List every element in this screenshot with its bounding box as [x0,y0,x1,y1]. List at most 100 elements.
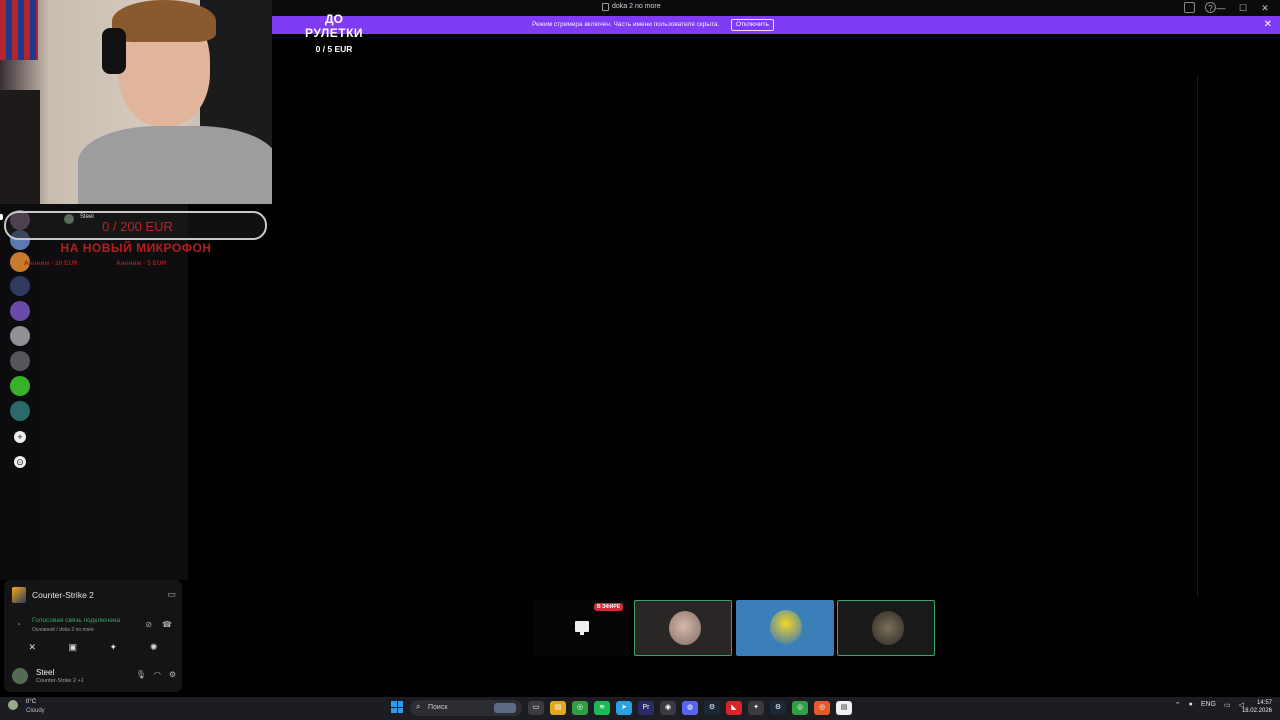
taskbar: 0°C Cloudy ⌕ Поиск ▭ ▤ ◎ ≋ ➤ Pr ◉ ◍ ⚙ ◣ … [0,697,1280,720]
screen-share-tile[interactable]: В ЭФИРЕ [533,600,631,656]
language-indicator[interactable]: ENG [1201,701,1216,709]
headphones-icon[interactable]: ◠ [154,670,161,679]
game-icon [12,587,26,603]
taskbar-search[interactable]: ⌕ Поиск [410,700,522,716]
share-screen-icon[interactable]: ▣ [63,640,83,654]
activities-icon[interactable]: ✦ [103,640,123,654]
user-panel: Counter-Strike 2 ▭ ◔ Голосовая связь под… [4,580,182,692]
voice-connected-status[interactable]: Голосовая связь подключена [32,617,120,624]
system-tray: ⌃ ● ENG ▭ ◁ [1175,701,1244,709]
tray-mic-icon[interactable]: ● [1189,701,1193,709]
notepad-icon[interactable]: ▤ [836,701,852,715]
network-icon[interactable]: ▭ [1224,701,1231,709]
signal-icon[interactable]: ◔ [16,620,21,629]
chrome-icon[interactable]: ◎ [572,701,588,715]
app-icon-14[interactable]: ◎ [814,701,830,715]
user-avatar[interactable] [12,668,28,684]
webcam-feed [0,0,272,204]
goal-line-2: РУЛЕТКИ [304,26,364,40]
banner-close-icon[interactable]: ✕ [1264,19,1272,30]
settings-gear-icon[interactable]: ⚙ [169,670,176,679]
server-icon-8[interactable] [10,376,30,396]
account-row[interactable]: Steel Counter-Strike 2 +1 🎙 ◠ ⚙ [12,666,178,686]
server-folder-icon[interactable] [10,401,30,421]
goal-line-1: ДО [325,12,343,26]
participant-tile-2[interactable] [736,600,834,656]
explore-servers-icon[interactable]: ⊙ [14,456,26,468]
voice-user-name: Steel [80,214,94,220]
participant-tile-1[interactable] [634,600,732,656]
clock[interactable]: 14:57 18.02.2026 [1242,699,1272,715]
banner-text: Режим стримера включен. Часть имени поль… [532,21,720,28]
server-icon-7[interactable] [10,351,30,371]
webcam-headset [102,28,126,74]
faceit-icon[interactable]: ◣ [726,701,742,715]
server-icon-6[interactable] [10,326,30,346]
microphone-icon[interactable]: 🎙 [136,670,146,679]
discord-icon[interactable]: ◍ [682,701,698,715]
user-status: Counter-Strike 2 +1 [36,678,84,684]
disable-streamer-mode-button[interactable]: Отключить [731,19,774,31]
file-explorer-icon[interactable]: ▤ [550,701,566,715]
voice-action-row: ✕ ▣ ✦ ✺ [12,640,174,654]
disconnect-icon[interactable]: ☎ [162,620,172,629]
noise-suppression-icon[interactable]: ⊘ [145,620,152,629]
soundboard-icon[interactable]: ✺ [144,640,164,654]
webcam-shirt [78,126,272,204]
tray-overflow-icon[interactable]: ⌃ [1175,701,1181,709]
search-highlight-image [494,703,516,713]
close-window-button[interactable]: ✕ [1254,1,1276,15]
live-badge: В ЭФИРЕ [594,603,624,611]
donation-progress-bar: 0 / 200 EUR [4,211,267,240]
donation-goal-title: НА НОВЫЙ МИКРОФОН [60,241,212,255]
window-title: doka 2 no more [612,3,661,10]
steam-icon-2[interactable]: ⚙ [770,701,786,715]
minimize-button[interactable]: — [1210,1,1232,15]
stream-game-icon[interactable]: ▭ [167,589,176,600]
donation-progress-text: 0 / 200 EUR [102,219,173,234]
user-name: Steel [36,668,55,677]
telegram-icon[interactable]: ➤ [616,701,632,715]
voice-channel-path[interactable]: Основной / doka 2 no more [32,627,94,633]
goal-progress: 0 / 5 EUR [315,44,353,54]
obs-icon[interactable]: ◉ [660,701,676,715]
weather-icon[interactable] [8,700,18,710]
maximize-button[interactable]: ☐ [1232,1,1254,15]
premiere-icon[interactable]: Pr [638,701,654,715]
participant-avatar-1 [669,611,701,645]
inbox-icon[interactable] [1184,2,1195,13]
server-icon-5[interactable] [10,301,30,321]
screen: doka 2 no more ? — ☐ ✕ Режим стримера вк… [0,0,1280,720]
streamer-mode-banner: Режим стримера включен. Часть имени поль… [272,16,1280,34]
window-controls: — ☐ ✕ [1210,1,1276,15]
weather-temperature[interactable]: 0°C [26,699,36,705]
participant-avatar-2 [770,610,802,644]
app-icon-11[interactable]: ✦ [748,701,764,715]
task-view-icon[interactable]: ▭ [528,701,544,715]
start-button[interactable] [391,701,403,713]
webcam-hair [112,0,216,42]
game-activity[interactable]: Counter-Strike 2 ▭ [12,586,178,604]
scroll-rail[interactable] [1197,76,1198,596]
add-server-icon[interactable]: + [14,431,26,443]
search-placeholder: Поиск [428,704,448,711]
voice-user-avatar [64,214,74,224]
recent-donation-1: Аноним - 10 EUR [24,260,78,267]
game-name: Counter-Strike 2 [32,590,94,600]
taskbar-apps: ▭ ▤ ◎ ≋ ➤ Pr ◉ ◍ ⚙ ◣ ✦ ⚙ ◎ ◎ ▤ [528,701,852,715]
participant-tile-3[interactable] [837,600,935,656]
server-unread-indicator [0,214,3,220]
recent-donation-2: Аноним - 5 EUR [116,260,167,267]
weather-condition[interactable]: Cloudy [26,708,45,714]
steam-icon[interactable]: ⚙ [704,701,720,715]
screen-share-icon [575,621,589,635]
camera-off-icon[interactable]: ✕ [22,640,42,654]
voice-actions: ⊘ ☎ [145,620,172,629]
search-icon: ⌕ [416,702,421,711]
clock-time: 14:57 [1256,700,1272,706]
participant-avatar-3 [872,611,904,645]
chrome-icon-2[interactable]: ◎ [792,701,808,715]
webcam-flag [0,0,38,60]
server-icon-4[interactable] [10,276,30,296]
spotify-icon[interactable]: ≋ [594,701,610,715]
